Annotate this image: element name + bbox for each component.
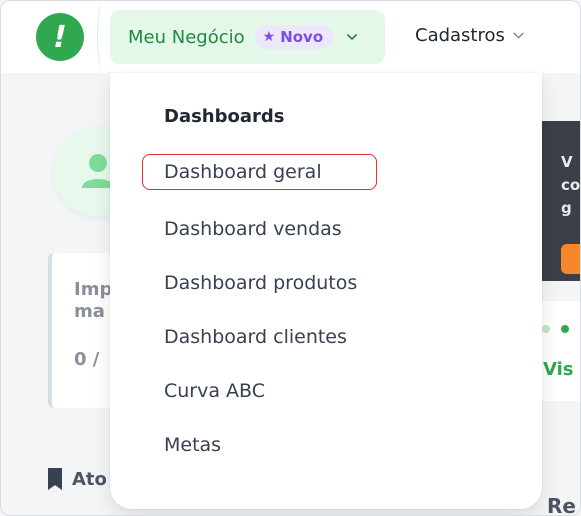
menu-item-dashboard-geral[interactable]: Dashboard geral [142,154,377,190]
star-icon: ★ [262,29,276,45]
menu-item-dashboard-clientes[interactable]: Dashboard clientes [164,319,347,355]
status-dot [542,325,550,333]
nav-cadastros[interactable]: Cadastros [415,25,524,46]
nav-meu-negocio[interactable]: Meu Negócio ★ Novo [110,10,385,64]
new-badge: ★ Novo [254,25,334,49]
app-frame: Imp ma 0 / Ato V co g Vis Re ! Meu Negóc… [0,0,581,516]
status-card [541,301,580,401]
menu-item-curva-abc[interactable]: Curva ABC [164,373,265,409]
visit-link[interactable]: Vis [543,359,574,380]
menu-item-dashboard-vendas[interactable]: Dashboard vendas [164,211,342,247]
promo-card-text: V co g [561,153,581,217]
right-section-title: Re [547,494,576,516]
bookmark-icon [48,468,62,490]
top-navigation: ! Meu Negócio ★ Novo Cadastros [1,1,580,73]
meu-negocio-dropdown: Dashboards Dashboard geral Dashboard ven… [110,73,542,509]
logo-glyph: ! [53,19,67,55]
chevron-up-icon [347,34,357,40]
section-shortcuts-label: Ato [72,468,107,490]
status-dot-active [561,325,569,333]
stats-card-count: 0 / [74,349,100,370]
menu-item-metas[interactable]: Metas [164,427,221,463]
promo-card-button[interactable] [561,244,580,274]
nav-divider [97,1,111,73]
menu-item-dashboard-produtos[interactable]: Dashboard produtos [164,265,357,301]
chevron-down-icon [513,32,524,39]
section-shortcuts: Ato [48,468,107,490]
nav-cadastros-label: Cadastros [415,25,505,46]
nav-meu-negocio-label: Meu Negócio [128,26,245,48]
dropdown-heading: Dashboards [164,106,285,127]
new-badge-label: Novo [280,28,324,46]
app-logo[interactable]: ! [36,13,84,61]
